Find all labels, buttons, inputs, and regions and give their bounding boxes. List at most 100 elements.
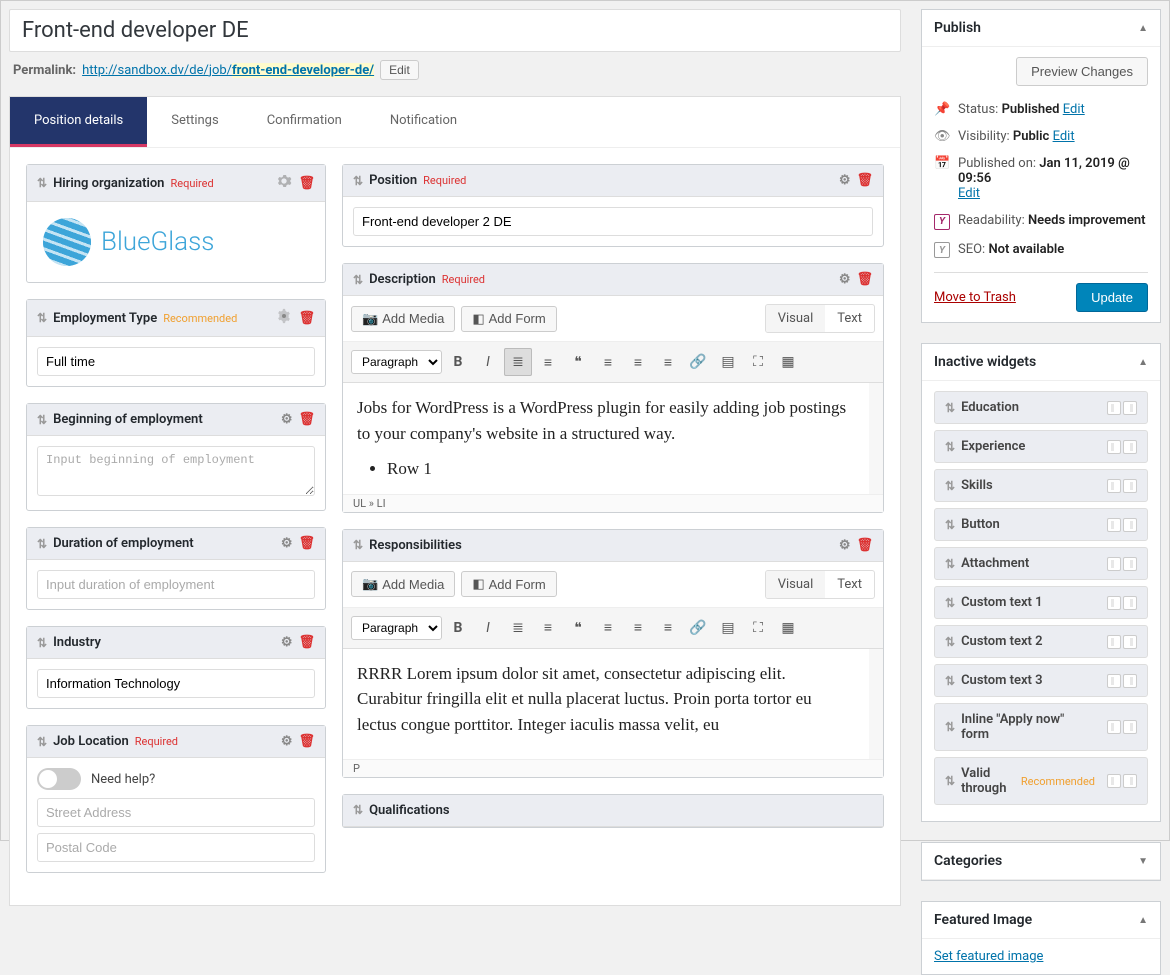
visibility-edit-link[interactable]: Edit (1053, 129, 1075, 144)
fullscreen-icon[interactable]: ⛶ (744, 348, 772, 376)
trash-icon[interactable]: 🗑 (298, 311, 315, 326)
quote-icon[interactable]: ❝ (564, 348, 592, 376)
layout-right-icon[interactable] (1123, 479, 1137, 493)
layout-right-icon[interactable] (1123, 674, 1137, 688)
post-title[interactable]: Front-end developer DE (9, 9, 901, 52)
date-edit-link[interactable]: Edit (958, 186, 980, 201)
gear-icon[interactable]: ⚙ (281, 412, 293, 427)
more-icon[interactable]: ▤ (714, 614, 742, 642)
layout-right-icon[interactable] (1123, 401, 1137, 415)
tab-confirmation[interactable]: Confirmation (243, 97, 366, 147)
expand-icon[interactable]: ▼ (1138, 856, 1148, 867)
italic-icon[interactable]: I (474, 348, 502, 376)
trash-icon[interactable]: 🗑 (298, 734, 315, 749)
gear-icon[interactable] (276, 308, 292, 328)
gear-icon[interactable]: ⚙ (839, 173, 851, 188)
align-right-icon[interactable]: ≡ (654, 614, 682, 642)
gear-icon[interactable] (276, 173, 292, 193)
layout-right-icon[interactable] (1123, 720, 1137, 734)
drag-icon[interactable]: ⇅ (945, 635, 955, 649)
gear-icon[interactable]: ⚙ (281, 635, 293, 650)
drag-icon[interactable]: ⇅ (353, 803, 363, 817)
description-editor[interactable]: Jobs for WordPress is a WordPress plugin… (343, 383, 883, 494)
add-form-button[interactable]: ◧Add Form (461, 306, 556, 332)
layout-left-icon[interactable] (1107, 557, 1121, 571)
drag-icon[interactable]: ⇅ (37, 413, 47, 427)
inactive-widget-item[interactable]: ⇅Custom text 1 (934, 586, 1148, 619)
permalink-edit-button[interactable]: Edit (380, 60, 419, 80)
drag-icon[interactable]: ⇅ (37, 176, 47, 190)
move-to-trash-link[interactable]: Move to Trash (934, 290, 1016, 305)
layout-left-icon[interactable] (1107, 401, 1121, 415)
drag-icon[interactable]: ⇅ (37, 537, 47, 551)
olist-icon[interactable]: ≡ (534, 348, 562, 376)
ulist-icon[interactable]: ≣ (504, 614, 532, 642)
layout-right-icon[interactable] (1123, 440, 1137, 454)
collapse-icon[interactable]: ▲ (1138, 23, 1148, 34)
trash-icon[interactable]: 🗑 (856, 538, 873, 553)
olist-icon[interactable]: ≡ (534, 614, 562, 642)
industry-input[interactable] (37, 669, 315, 698)
add-media-button[interactable]: 📷Add Media (351, 306, 455, 332)
gear-icon[interactable]: ⚙ (281, 536, 293, 551)
tab-settings[interactable]: Settings (147, 97, 242, 147)
drag-icon[interactable]: ⇅ (37, 311, 47, 325)
duration-input[interactable] (37, 570, 315, 599)
drag-icon[interactable]: ⇅ (353, 273, 363, 287)
align-right-icon[interactable]: ≡ (654, 348, 682, 376)
status-edit-link[interactable]: Edit (1063, 102, 1085, 117)
drag-icon[interactable]: ⇅ (945, 518, 955, 532)
inactive-widget-item[interactable]: ⇅Custom text 3 (934, 664, 1148, 697)
quote-icon[interactable]: ❝ (564, 614, 592, 642)
bold-icon[interactable]: B (444, 348, 472, 376)
ulist-icon[interactable]: ≣ (504, 348, 532, 376)
inactive-widget-item[interactable]: ⇅Button (934, 508, 1148, 541)
layout-left-icon[interactable] (1107, 674, 1121, 688)
drag-icon[interactable]: ⇅ (945, 440, 955, 454)
layout-left-icon[interactable] (1107, 774, 1121, 788)
inactive-widget-item[interactable]: ⇅Attachment (934, 547, 1148, 580)
gear-icon[interactable]: ⚙ (281, 734, 293, 749)
align-left-icon[interactable]: ≡ (594, 348, 622, 376)
gear-icon[interactable]: ⚙ (839, 538, 851, 553)
gear-icon[interactable]: ⚙ (839, 272, 851, 287)
drag-icon[interactable]: ⇅ (945, 557, 955, 571)
layout-right-icon[interactable] (1123, 557, 1137, 571)
inactive-widget-item[interactable]: ⇅Education (934, 391, 1148, 424)
paragraph-select[interactable]: Paragraph (351, 616, 442, 640)
align-center-icon[interactable]: ≡ (624, 348, 652, 376)
link-icon[interactable]: 🔗 (684, 348, 712, 376)
drag-icon[interactable]: ⇅ (37, 735, 47, 749)
collapse-icon[interactable]: ▲ (1138, 915, 1148, 926)
editor-text-tab[interactable]: Text (825, 305, 874, 332)
inactive-widget-item[interactable]: ⇅Experience (934, 430, 1148, 463)
add-media-button[interactable]: 📷Add Media (351, 571, 455, 597)
bold-icon[interactable]: B (444, 614, 472, 642)
drag-icon[interactable]: ⇅ (353, 538, 363, 552)
paragraph-select[interactable]: Paragraph (351, 350, 442, 374)
preview-button[interactable]: Preview Changes (1016, 57, 1148, 86)
layout-left-icon[interactable] (1107, 720, 1121, 734)
fullscreen-icon[interactable]: ⛶ (744, 614, 772, 642)
layout-right-icon[interactable] (1123, 518, 1137, 532)
inactive-widget-item[interactable]: ⇅Skills (934, 469, 1148, 502)
layout-right-icon[interactable] (1123, 635, 1137, 649)
drag-icon[interactable]: ⇅ (945, 774, 955, 788)
inactive-widget-item[interactable]: ⇅Custom text 2 (934, 625, 1148, 658)
layout-left-icon[interactable] (1107, 479, 1121, 493)
layout-left-icon[interactable] (1107, 440, 1121, 454)
inactive-widget-item[interactable]: ⇅Inline "Apply now" form (934, 703, 1148, 751)
position-input[interactable] (353, 207, 873, 236)
toolbar-toggle-icon[interactable]: ▦ (774, 348, 802, 376)
add-form-button[interactable]: ◧Add Form (461, 571, 556, 597)
layout-left-icon[interactable] (1107, 518, 1121, 532)
trash-icon[interactable]: 🗑 (298, 176, 315, 191)
trash-icon[interactable]: 🗑 (856, 272, 873, 287)
street-input[interactable] (37, 798, 315, 827)
layout-right-icon[interactable] (1123, 596, 1137, 610)
beginning-input[interactable] (37, 446, 315, 496)
responsibilities-editor[interactable]: RRRR Lorem ipsum dolor sit amet, consect… (343, 649, 883, 759)
link-icon[interactable]: 🔗 (684, 614, 712, 642)
align-center-icon[interactable]: ≡ (624, 614, 652, 642)
collapse-icon[interactable]: ▲ (1138, 357, 1148, 368)
